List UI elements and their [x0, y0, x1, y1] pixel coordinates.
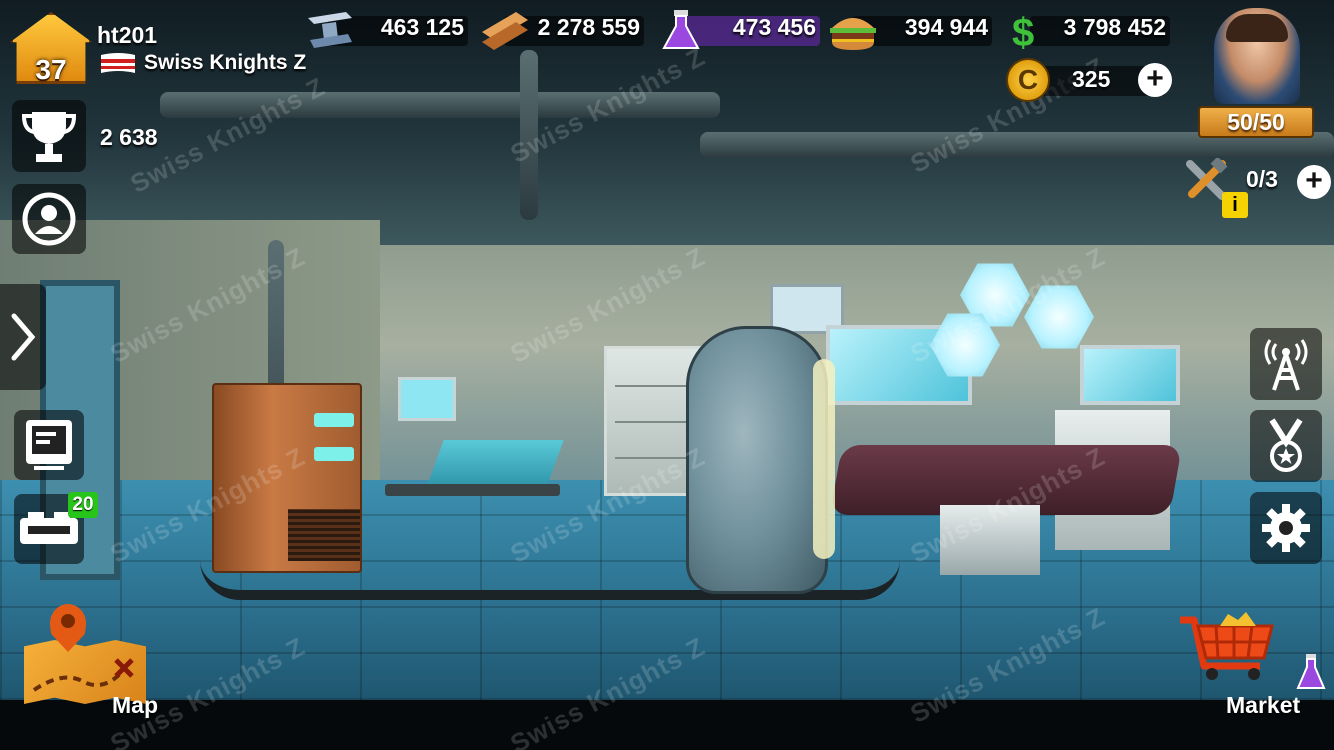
add-coins-button[interactable]: + [1138, 63, 1172, 97]
player-avatar[interactable]: 50/50 [1196, 8, 1318, 138]
resource-food[interactable]: 394 944 [826, 8, 992, 50]
resource-cash[interactable]: $ 3 798 452 [1004, 8, 1170, 52]
bed-frame [385, 484, 560, 496]
ceiling-pipe [160, 92, 720, 118]
expand-side-panel-button[interactable] [0, 284, 46, 390]
pin-dot [61, 614, 75, 628]
radio-tower-icon [1264, 339, 1308, 391]
bedside-monitor [398, 377, 456, 421]
player-name[interactable]: ht201 [97, 22, 157, 49]
info-icon[interactable]: i [1222, 192, 1248, 218]
svg-text:$: $ [1012, 11, 1034, 52]
wood-planks-icon [482, 12, 528, 50]
map-label: Map [112, 692, 158, 718]
bottom-bar [0, 700, 1334, 750]
flask-icon [662, 10, 700, 49]
steel-amount: 463 125 [380, 14, 464, 40]
medical-fridge[interactable] [212, 383, 362, 573]
dollar-icon: $ [1012, 11, 1034, 52]
clan-name[interactable]: Swiss Knights Z [144, 51, 306, 75]
radio-tower-button[interactable] [1250, 328, 1322, 400]
clan-flag-icon [99, 51, 137, 77]
burger-icon [830, 18, 876, 50]
resource-wood[interactable]: 2 278 559 [478, 8, 644, 50]
steel-beam-icon [308, 12, 352, 48]
social-button[interactable] [12, 184, 86, 254]
chevron-right-icon [11, 313, 36, 361]
trophy-count: 2 638 [100, 124, 158, 150]
base-room-scene: Swiss Knights Z Swiss Knights Z Swiss Kn… [0, 0, 1334, 750]
hospital-bed[interactable] [385, 440, 564, 530]
units-count-badge: 20 [68, 492, 98, 518]
avatar-hair [1226, 14, 1288, 42]
map-button[interactable]: Map [14, 600, 174, 718]
body-scanner[interactable] [686, 326, 835, 594]
cash-amount: 3 798 452 [1063, 14, 1166, 40]
fridge-panel [314, 413, 354, 427]
bed-mattress [426, 440, 564, 488]
ceiling-pipe [520, 50, 538, 220]
add-builder-button[interactable]: + [1297, 165, 1331, 199]
fridge-vent [288, 509, 360, 561]
gear-icon [1262, 504, 1310, 552]
flask-icon [1296, 654, 1326, 689]
resource-steel[interactable]: 463 125 [302, 8, 468, 48]
player-level: 37 [35, 54, 67, 85]
coins-amount: 325 [1072, 66, 1111, 92]
wall-screen [1080, 345, 1180, 405]
profile-circle-icon [22, 192, 76, 246]
fuel-amount: 473 456 [732, 14, 816, 40]
medal-icon [1269, 418, 1303, 472]
coin-icon: C [1006, 58, 1050, 102]
trophy-button[interactable] [12, 100, 86, 172]
resource-fuel[interactable]: 473 456 [654, 8, 820, 49]
energy-meter: 50/50 [1198, 106, 1314, 138]
operating-table-base [940, 505, 1040, 575]
food-amount: 394 944 [904, 14, 988, 40]
wood-amount: 2 278 559 [537, 14, 640, 40]
achievements-button[interactable] [1250, 410, 1322, 482]
scanner-glow [813, 359, 835, 559]
builders-amount: 0/3 [1246, 166, 1278, 192]
market-label: Market [1226, 692, 1301, 718]
settings-button[interactable] [1250, 492, 1322, 564]
fridge-panel [314, 447, 354, 461]
trophy-icon [21, 112, 77, 162]
computer-terminal-icon [26, 420, 72, 470]
terminal-button[interactable] [14, 410, 84, 480]
player-level-badge[interactable]: 37 [8, 8, 94, 86]
shopping-cart-icon [1180, 612, 1274, 680]
